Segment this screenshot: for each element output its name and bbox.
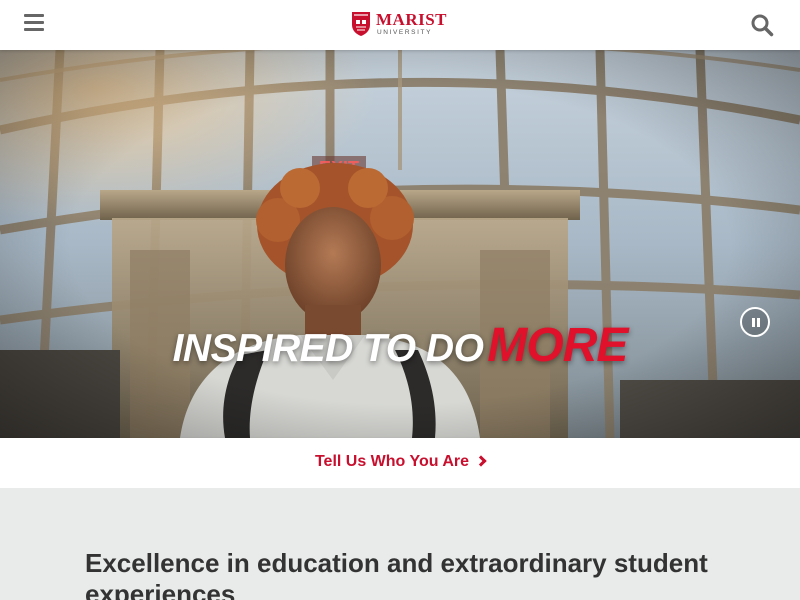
hamburger-menu-icon[interactable]: [24, 14, 46, 34]
shield-icon: [352, 12, 370, 36]
cta-label: Tell Us Who You Are: [314, 453, 470, 470]
hero-background-image: EXIT: [0, 50, 800, 438]
hero-headline-accent: MORE: [487, 319, 628, 372]
hero-headline: INSPIRED TO DOMORE: [0, 318, 800, 373]
logo-wordmark: MARIST: [376, 10, 448, 29]
chevron-right-icon: [475, 455, 487, 467]
hero-headline-main: INSPIRED TO DO: [172, 327, 484, 370]
intro-heading: Excellence in education and extraordinar…: [85, 548, 708, 600]
tell-us-who-you-are-link[interactable]: Tell Us Who You Are: [0, 453, 800, 471]
marist-logo[interactable]: MARIST UNIVERSITY: [351, 11, 451, 39]
site-header: MARIST UNIVERSITY: [0, 0, 800, 50]
logo-subtitle: UNIVERSITY: [377, 29, 433, 36]
cta-bar: Tell Us Who You Are: [0, 438, 800, 488]
intro-section: Excellence in education and extraordinar…: [0, 488, 800, 600]
pause-icon[interactable]: [740, 307, 770, 337]
search-icon[interactable]: [750, 13, 774, 37]
hero-banner: EXIT INSPIRED TO DOMORE: [0, 50, 800, 438]
